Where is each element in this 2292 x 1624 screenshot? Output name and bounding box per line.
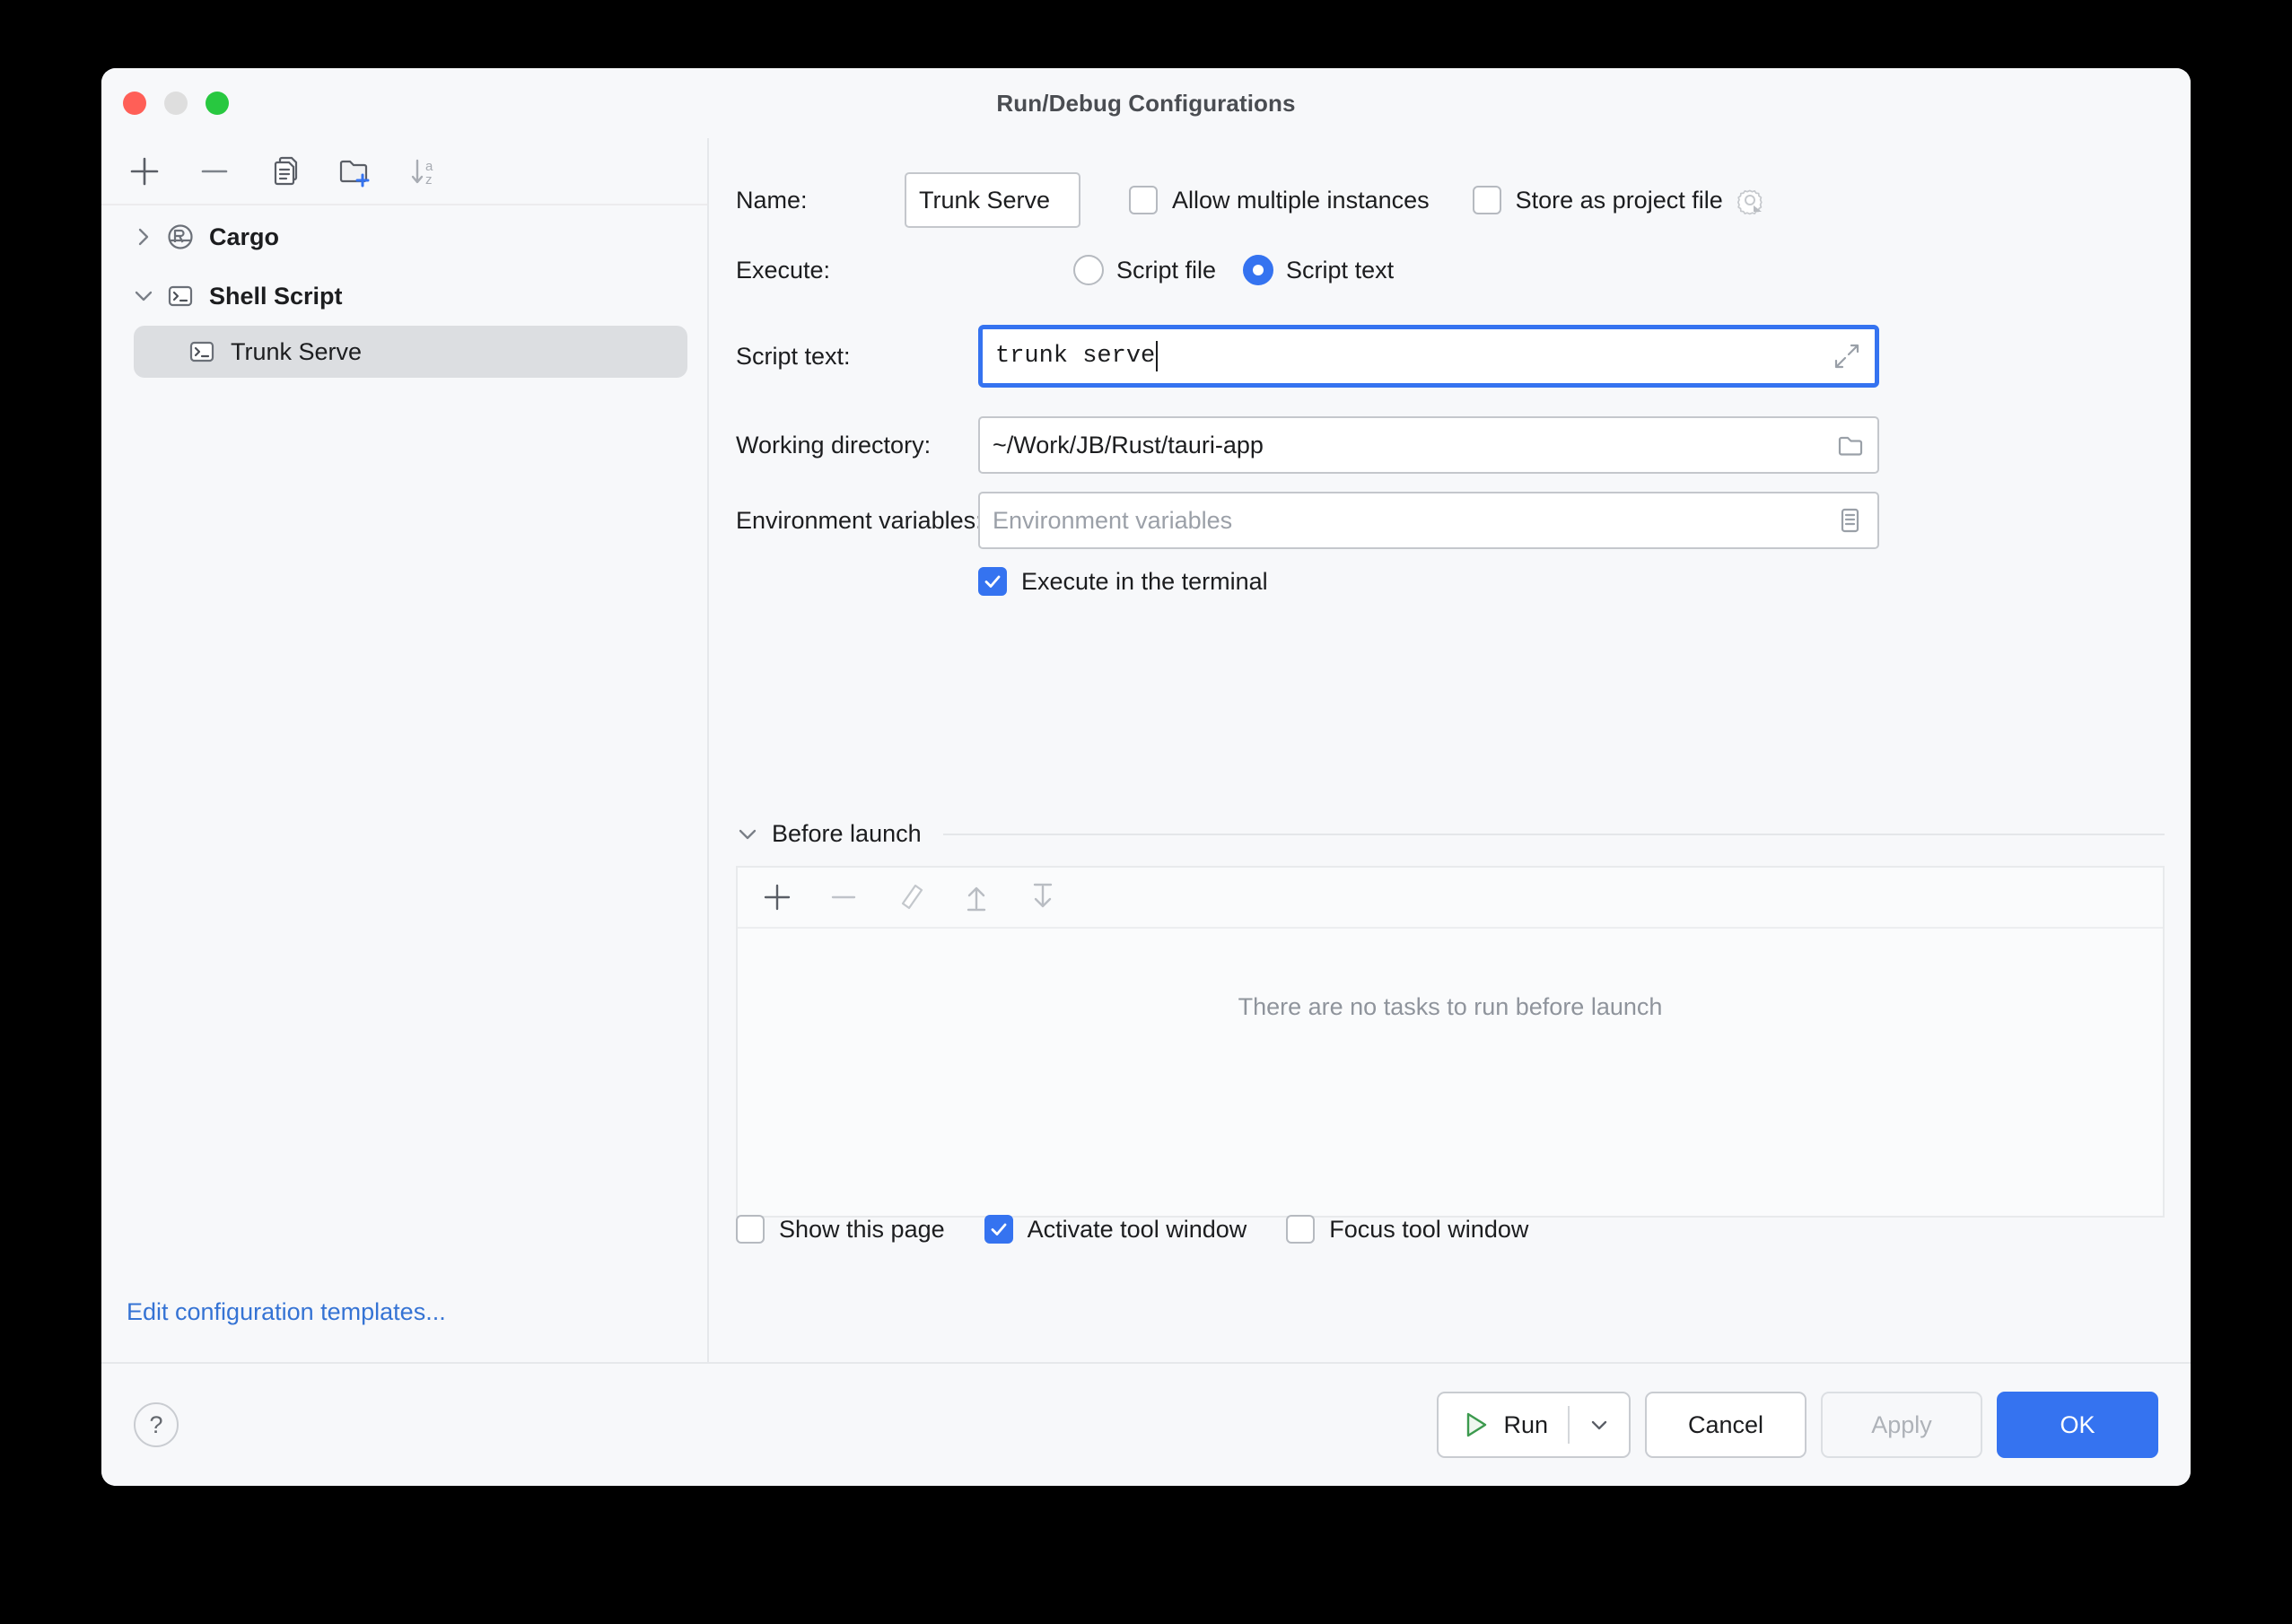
execute-script-text-radio[interactable]: Script text	[1243, 255, 1394, 285]
before-launch-panel: There are no tasks to run before launch	[736, 866, 2165, 1218]
name-input[interactable]: Trunk Serve	[905, 172, 1080, 228]
focus-tool-window-label: Focus tool window	[1329, 1216, 1528, 1244]
shell-script-icon	[184, 334, 220, 370]
shell-script-icon	[162, 278, 198, 314]
configuration-form: Name: Trunk Serve Allow multiple instanc…	[711, 138, 2191, 1362]
checkbox-box	[1473, 186, 1501, 214]
name-input-value: Trunk Serve	[919, 187, 1050, 214]
launch-options-row: Show this page Activate tool window Focu…	[736, 1215, 2165, 1244]
working-directory-label: Working directory:	[736, 432, 978, 459]
environment-variables-label: Environment variables:	[736, 507, 978, 535]
before-launch-header[interactable]: Before launch	[736, 820, 2165, 848]
checkbox-box	[736, 1215, 765, 1244]
show-this-page-label: Show this page	[779, 1216, 945, 1244]
allow-multiple-instances-label: Allow multiple instances	[1172, 187, 1430, 214]
chevron-down-icon[interactable]	[125, 277, 162, 315]
sort-configurations-button[interactable]: a z	[405, 152, 444, 191]
store-as-project-file-label: Store as project file	[1516, 187, 1723, 214]
tree-item-label: Trunk Serve	[231, 338, 362, 366]
allow-multiple-instances-checkbox[interactable]: Allow multiple instances	[1129, 186, 1430, 214]
environment-variables-placeholder: Environment variables	[993, 507, 1232, 535]
execute-in-terminal-row: Execute in the terminal	[978, 567, 1268, 596]
edit-configuration-templates-link[interactable]: Edit configuration templates...	[127, 1298, 446, 1326]
run-debug-configurations-dialog: Run/Debug Configurations	[101, 68, 2191, 1486]
apply-button[interactable]: Apply	[1821, 1392, 1982, 1458]
move-task-down-button[interactable]	[1023, 877, 1063, 917]
dialog-footer: ? Run Cancel Apply OK	[101, 1362, 2191, 1486]
script-text-value: trunk serve	[995, 343, 1155, 370]
tree-item-label: Cargo	[209, 223, 279, 251]
script-text-row: Script text: trunk serve	[736, 325, 2165, 388]
gear-icon[interactable]	[1732, 182, 1768, 218]
play-icon	[1460, 1410, 1491, 1440]
new-folder-button[interactable]	[335, 152, 374, 191]
footer-buttons: Run Cancel Apply OK	[1437, 1392, 2158, 1458]
tree-group-cargo[interactable]: Cargo	[101, 207, 707, 266]
ok-button[interactable]: OK	[1997, 1392, 2158, 1458]
remove-configuration-button[interactable]	[195, 152, 234, 191]
script-text-input[interactable]: trunk serve	[978, 325, 1879, 388]
tree-group-shell-script[interactable]: Shell Script	[101, 266, 707, 326]
copy-configuration-button[interactable]	[265, 152, 304, 191]
working-directory-value: ~/Work/JB/Rust/tauri-app	[993, 432, 1264, 459]
execute-row: Execute: Script file Script text	[736, 255, 2165, 285]
svg-text:z: z	[425, 172, 433, 188]
run-button[interactable]: Run	[1437, 1392, 1631, 1458]
edit-environment-variables-icon[interactable]	[1833, 503, 1867, 537]
working-directory-row: Working directory: ~/Work/JB/Rust/tauri-…	[736, 416, 2165, 474]
checkbox-box	[984, 1215, 1013, 1244]
radio-circle	[1073, 255, 1104, 285]
expand-editor-icon[interactable]	[1830, 339, 1864, 373]
radio-circle	[1243, 255, 1273, 285]
execute-in-terminal-checkbox[interactable]: Execute in the terminal	[978, 567, 1268, 596]
script-text-label: Script text	[1286, 257, 1394, 284]
rust-logo-icon	[162, 219, 198, 255]
before-launch-empty-message: There are no tasks to run before launch	[738, 993, 2163, 1021]
add-configuration-button[interactable]	[125, 152, 164, 191]
checkbox-box	[1286, 1215, 1315, 1244]
execute-in-terminal-label: Execute in the terminal	[1021, 568, 1268, 596]
run-button-main[interactable]: Run	[1439, 1393, 1568, 1456]
checkbox-box	[1129, 186, 1158, 214]
tree-item-label: Shell Script	[209, 283, 343, 310]
move-task-up-button[interactable]	[957, 877, 996, 917]
text-caret	[1156, 341, 1158, 371]
execute-label: Execute:	[736, 257, 879, 284]
script-text-label-left: Script text:	[736, 343, 978, 371]
run-dropdown-button[interactable]	[1570, 1393, 1629, 1456]
edit-task-button[interactable]	[890, 877, 930, 917]
script-file-label: Script file	[1116, 257, 1216, 284]
name-label: Name:	[736, 187, 879, 214]
remove-task-button[interactable]	[824, 877, 863, 917]
help-button[interactable]: ?	[134, 1402, 179, 1447]
execute-script-file-radio[interactable]: Script file	[1073, 255, 1216, 285]
title-bar: Run/Debug Configurations	[101, 68, 2191, 138]
store-as-project-file-checkbox[interactable]: Store as project file	[1473, 186, 1723, 214]
chevron-down-icon[interactable]	[736, 823, 759, 846]
window-title: Run/Debug Configurations	[101, 68, 2191, 138]
before-launch-toolbar	[738, 868, 2163, 929]
checkbox-box	[978, 567, 1007, 596]
browse-folder-icon[interactable]	[1833, 428, 1867, 462]
before-launch-title: Before launch	[772, 820, 922, 848]
sidebar-toolbar: a z	[101, 138, 707, 205]
chevron-right-icon[interactable]	[125, 218, 162, 256]
configurations-sidebar: a z Cargo	[101, 138, 709, 1362]
activate-tool-window-checkbox[interactable]: Activate tool window	[984, 1215, 1247, 1244]
run-button-label: Run	[1503, 1411, 1548, 1439]
tree-item-trunk-serve[interactable]: Trunk Serve	[134, 326, 687, 378]
add-task-button[interactable]	[757, 877, 797, 917]
cancel-button[interactable]: Cancel	[1645, 1392, 1806, 1458]
environment-variables-row: Environment variables: Environment varia…	[736, 492, 2165, 549]
focus-tool-window-checkbox[interactable]: Focus tool window	[1286, 1215, 1528, 1244]
name-row: Name: Trunk Serve Allow multiple instanc…	[736, 172, 2165, 228]
before-launch-section: Before launch	[736, 820, 2165, 1218]
working-directory-input[interactable]: ~/Work/JB/Rust/tauri-app	[978, 416, 1879, 474]
section-divider	[943, 834, 2165, 835]
configurations-tree: Cargo Shell Script	[101, 207, 707, 378]
environment-variables-input[interactable]: Environment variables	[978, 492, 1879, 549]
show-this-page-checkbox[interactable]: Show this page	[736, 1215, 945, 1244]
activate-tool-window-label: Activate tool window	[1028, 1216, 1247, 1244]
